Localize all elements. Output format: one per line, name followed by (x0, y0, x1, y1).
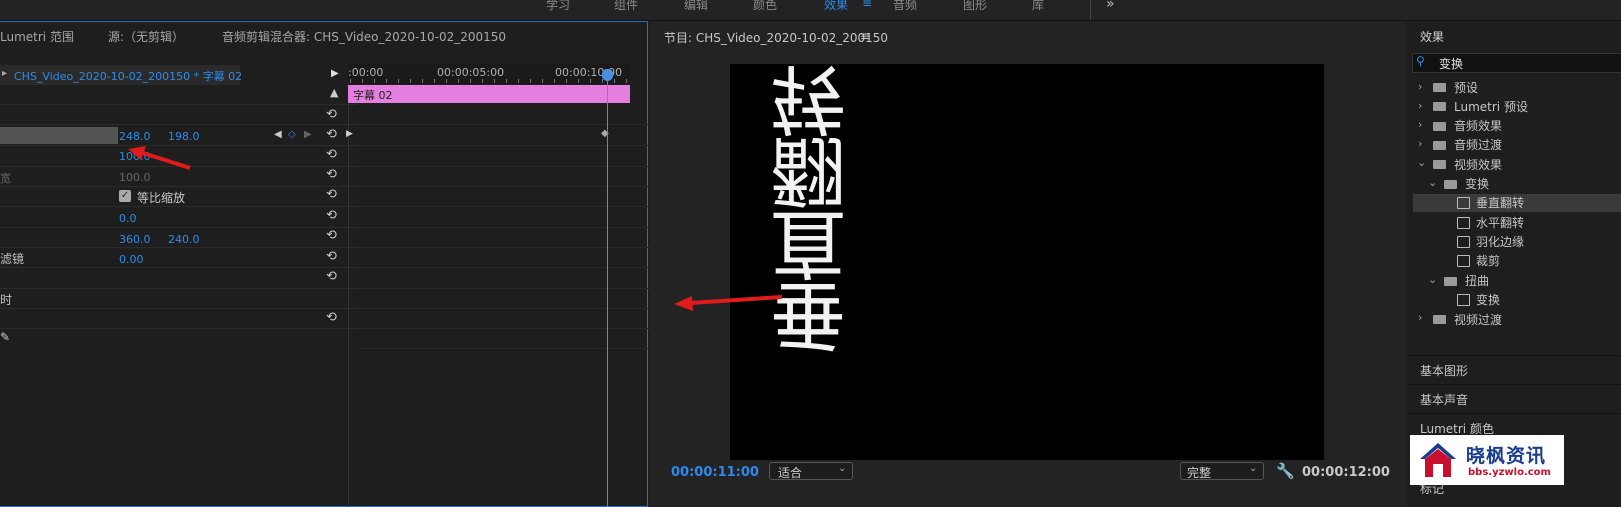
effect-icon (1457, 217, 1470, 229)
tree-item-crop[interactable]: 裁剪 (1476, 252, 1500, 269)
search-icon: ⚲ (1416, 54, 1425, 68)
tree-item-vertical-flip[interactable]: 垂直翻转 (1476, 194, 1524, 211)
folder-icon (1433, 122, 1446, 131)
preset-folder-icon (1433, 83, 1446, 92)
annotation-arrows (128, 146, 783, 311)
chevron-down-icon[interactable]: ⌄ (1428, 176, 1437, 189)
effects-panel-title[interactable]: 效果 (1420, 28, 1444, 45)
chevron-right-icon[interactable]: › (1418, 80, 1422, 93)
divider (1408, 413, 1621, 414)
chevron-right-icon[interactable]: › (1418, 118, 1422, 131)
tree-item-video-effects[interactable]: 视频效果 (1454, 156, 1502, 173)
tree-item-audio-effects[interactable]: 音频效果 (1454, 117, 1502, 134)
chevron-right-icon[interactable]: › (1418, 99, 1422, 112)
chevron-right-icon[interactable]: › (1418, 137, 1422, 150)
effect-icon (1457, 294, 1470, 306)
watermark-name: 晓枫资讯 (1466, 445, 1547, 467)
divider (1408, 384, 1621, 385)
folder-icon (1433, 160, 1446, 169)
watermark: 晓枫资讯 bbs.yzwlo.com (1410, 435, 1564, 485)
tree-item-edge-feather[interactable]: 羽化边缘 (1476, 233, 1524, 250)
tree-item-transform-folder[interactable]: 变换 (1465, 175, 1489, 192)
effect-icon (1457, 197, 1470, 209)
tree-item-audio-transitions[interactable]: 音频过渡 (1454, 136, 1502, 153)
effect-icon (1457, 255, 1470, 267)
watermark-url: bbs.yzwlo.com (1468, 467, 1551, 478)
divider (1408, 355, 1621, 356)
tree-item-video-transitions[interactable]: 视频过渡 (1454, 311, 1502, 328)
tree-item-horizontal-flip[interactable]: 水平翻转 (1476, 214, 1524, 231)
chevron-right-icon[interactable]: › (1418, 311, 1422, 324)
chevron-down-icon[interactable]: ⌄ (1417, 156, 1426, 169)
folder-icon (1444, 180, 1457, 189)
tree-item-lumetri-presets[interactable]: Lumetri 预设 (1454, 98, 1528, 115)
red-arrow-icon (674, 295, 783, 311)
section-essential-graphics[interactable]: 基本图形 (1420, 362, 1468, 379)
folder-icon (1433, 315, 1446, 324)
preset-folder-icon (1433, 102, 1446, 111)
red-arrow-icon (128, 146, 191, 170)
house-logo-icon (1420, 443, 1456, 477)
tree-item-transform-effect[interactable]: 变换 (1476, 291, 1500, 308)
chevron-down-icon[interactable]: ⌄ (1428, 273, 1437, 286)
folder-icon (1444, 277, 1457, 286)
tree-item-distort-folder[interactable]: 扭曲 (1465, 272, 1489, 289)
effects-search-input[interactable]: ⚲ 变换 (1412, 53, 1621, 73)
tree-item-presets[interactable]: 预设 (1454, 79, 1478, 96)
section-essential-sound[interactable]: 基本声音 (1420, 391, 1468, 408)
effect-icon (1457, 236, 1470, 248)
folder-icon (1433, 141, 1446, 150)
